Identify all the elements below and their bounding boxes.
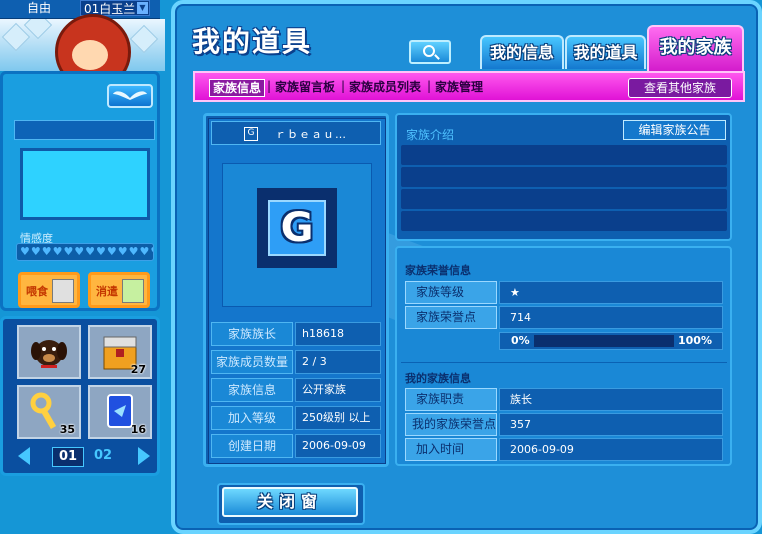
intro-text-line xyxy=(401,189,727,209)
close-window-button[interactable]: 关闭窗 xyxy=(222,487,358,517)
stat-value: 族长 xyxy=(499,388,723,411)
stat-label: 家族职责 xyxy=(405,388,497,411)
search-button[interactable] xyxy=(409,40,451,64)
tab-my-info[interactable]: 我的信息 xyxy=(480,35,564,69)
window-title: 我的道具 xyxy=(192,25,313,58)
subnav-separator: | xyxy=(341,79,346,93)
item-count: 27 xyxy=(130,363,146,376)
prev-page-icon[interactable] xyxy=(18,447,30,465)
info-value: h18618 xyxy=(295,322,381,346)
family-emblem-letter: G xyxy=(268,200,326,256)
family-intro-title: 家族介绍 xyxy=(406,128,455,142)
mode-label: 自由 xyxy=(26,1,51,15)
family-info-row: 创建日期 2006-09-09 xyxy=(211,434,381,458)
stat-value: ★ xyxy=(499,281,723,304)
stat-value: 357 xyxy=(499,413,723,436)
item-count: 35 xyxy=(59,423,75,436)
stat-label: 家族荣誉点 xyxy=(405,306,497,329)
honor-progress-bar xyxy=(534,335,674,347)
progress-max-label: 100% xyxy=(678,334,712,347)
fun-label: 消遣 xyxy=(96,285,118,298)
pet-portrait xyxy=(20,148,150,220)
progress-min-label: 0% xyxy=(511,334,530,347)
family-info-row: 家族信息 公开家族 xyxy=(211,378,381,402)
honor-section-title: 家族荣誉信息 xyxy=(405,264,471,277)
tab-my-family[interactable]: 我的家族 xyxy=(647,25,744,71)
subnav-family-manage[interactable]: 家族管理 xyxy=(435,79,483,95)
view-other-families-button[interactable]: 查看其他家族 xyxy=(628,78,732,98)
dog-icon xyxy=(31,340,67,368)
subnav-member-list[interactable]: 家族成员列表 xyxy=(349,79,421,95)
subnav-message-board[interactable]: 家族留言板 xyxy=(275,79,335,95)
chevron-down-icon[interactable]: ▼ xyxy=(137,2,148,14)
edit-announcement-button[interactable]: 编辑家族公告 xyxy=(623,120,726,140)
info-value: 公开家族 xyxy=(295,378,381,402)
inventory-slot[interactable]: 35 xyxy=(17,385,81,439)
honor-row: 家族荣誉点 714 xyxy=(405,306,723,329)
next-page-icon[interactable] xyxy=(138,447,150,465)
inventory-slot[interactable]: 27 xyxy=(88,325,152,379)
food-icon xyxy=(52,279,74,303)
my-family-row: 加入时间 2006-09-09 xyxy=(405,438,723,461)
subnav-family-info[interactable]: 家族信息 xyxy=(209,79,266,97)
inventory-pager: 01 02 xyxy=(14,445,154,467)
feed-label: 喂食 xyxy=(26,285,48,298)
family-info-row: 家族成员数量 2 / 3 xyxy=(211,350,381,374)
stat-label: 家族等级 xyxy=(405,281,497,304)
toy-icon xyxy=(122,279,144,303)
intro-text-line xyxy=(401,145,727,165)
info-label: 创建日期 xyxy=(211,434,293,458)
family-info-row: 家族族长 h18618 xyxy=(211,322,381,346)
search-icon xyxy=(423,45,435,57)
info-value: 2 / 3 xyxy=(295,350,381,374)
info-label: 家族族长 xyxy=(211,322,293,346)
inventory-slot[interactable]: 16 xyxy=(88,385,152,439)
my-family-row: 我的家族荣誉点 357 xyxy=(405,413,723,436)
wings-button[interactable] xyxy=(107,84,153,108)
feed-button[interactable]: 喂食 xyxy=(18,272,80,308)
info-value: 2006-09-09 xyxy=(295,434,381,458)
family-info-row: 加入等级 250级别 以上 xyxy=(211,406,381,430)
intro-text-line xyxy=(401,211,727,231)
my-family-section-title: 我的家族信息 xyxy=(405,372,471,385)
section-divider xyxy=(401,362,727,363)
info-label: 加入等级 xyxy=(211,406,293,430)
info-value: 250级别 以上 xyxy=(295,406,381,430)
stat-value: 2006-09-09 xyxy=(499,438,723,461)
stat-value: 714 xyxy=(499,306,723,329)
info-label: 家族信息 xyxy=(211,378,293,402)
avatar-face xyxy=(72,40,108,70)
subnav-separator: | xyxy=(427,79,432,93)
stat-label: 加入时间 xyxy=(405,438,497,461)
wings-icon xyxy=(113,91,147,100)
tab-my-items[interactable]: 我的道具 xyxy=(565,35,646,69)
inventory-slot[interactable] xyxy=(17,325,81,379)
pet-name-bar xyxy=(14,120,155,140)
fun-button[interactable]: 消遣 xyxy=(88,272,150,308)
family-badge-icon: G xyxy=(244,127,258,141)
info-label: 家族成员数量 xyxy=(211,350,293,374)
page-1[interactable]: 01 xyxy=(52,447,84,467)
item-count: 16 xyxy=(130,423,146,436)
subnav-separator: | xyxy=(267,79,272,93)
intro-text-line xyxy=(401,167,727,187)
stat-label: 我的家族荣誉点 xyxy=(405,413,497,436)
honor-row: 家族等级 ★ xyxy=(405,281,723,304)
family-name: ｒｂｅａｕ… xyxy=(275,128,347,141)
my-family-row: 家族职责 族长 xyxy=(405,388,723,411)
affection-hearts: ♥♥♥♥♥♥♥♥♥♥♥♥♥♥♥♥ xyxy=(16,243,154,261)
page-2[interactable]: 02 xyxy=(88,447,118,465)
